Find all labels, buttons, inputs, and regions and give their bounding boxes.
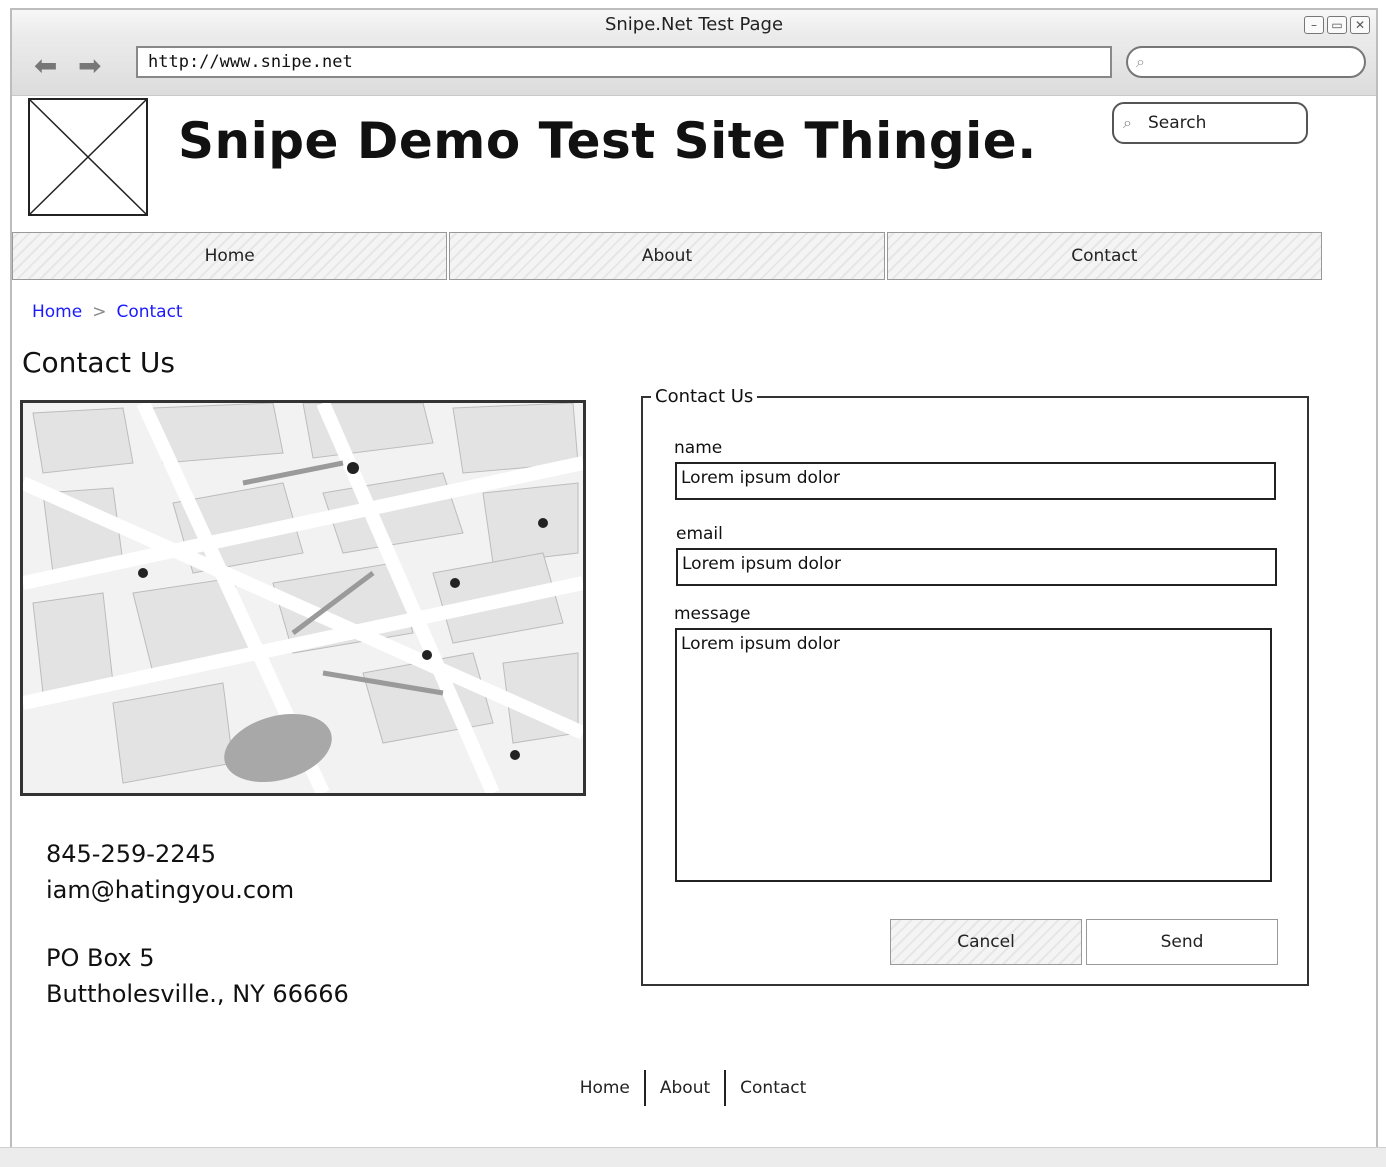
contact-address-line2: Buttholesville., NY 66666	[46, 980, 349, 1008]
back-arrow-icon[interactable]: ⬅	[34, 52, 57, 80]
contact-phone: 845-259-2245	[46, 840, 217, 868]
name-label: name	[674, 438, 723, 458]
name-field[interactable]: Lorem ipsum dolor	[675, 462, 1276, 500]
cancel-button[interactable]: Cancel	[890, 919, 1082, 965]
close-icon[interactable]: ✕	[1350, 16, 1370, 34]
contact-email: iam@hatingyou.com	[46, 876, 295, 904]
browser-toolbar: ⬅ ➡ http://www.snipe.net ⌕	[12, 40, 1376, 96]
search-placeholder: Search	[1148, 113, 1207, 133]
address-bar[interactable]: http://www.snipe.net	[136, 46, 1112, 78]
contact-address-line1: PO Box 5	[46, 944, 155, 972]
site-title: Snipe Demo Test Site Thingie.	[178, 112, 1037, 170]
footer-nav: Home About Contact	[0, 1070, 1386, 1106]
footer-link-home[interactable]: Home	[566, 1070, 644, 1106]
search-icon: ⌕	[1123, 113, 1132, 132]
email-field[interactable]: Lorem ipsum dolor	[676, 548, 1277, 586]
maximize-icon[interactable]: ▭	[1327, 16, 1347, 34]
breadcrumb-separator: >	[92, 302, 107, 322]
minimize-icon[interactable]: –	[1304, 16, 1324, 34]
site-search-field[interactable]: ⌕ Search	[1112, 102, 1308, 144]
form-legend: Contact Us	[651, 386, 758, 407]
main-nav: Home About Contact	[12, 232, 1324, 280]
email-label: email	[676, 524, 723, 544]
forward-arrow-icon[interactable]: ➡	[78, 52, 101, 80]
title-bar: Snipe.Net Test Page – ▭ ✕	[12, 10, 1376, 40]
message-label: message	[674, 604, 751, 624]
footer-link-about[interactable]: About	[643, 1070, 724, 1106]
browser-search-field[interactable]: ⌕	[1126, 46, 1366, 78]
nav-contact[interactable]: Contact	[886, 232, 1322, 280]
breadcrumb: Home > Contact	[32, 302, 183, 322]
footer-link-contact[interactable]: Contact	[724, 1070, 820, 1106]
breadcrumb-home[interactable]: Home	[32, 302, 82, 322]
window-controls: – ▭ ✕	[1304, 16, 1370, 34]
status-bar	[0, 1147, 1386, 1167]
nav-about[interactable]: About	[449, 232, 885, 280]
search-icon: ⌕	[1136, 52, 1145, 71]
send-button[interactable]: Send	[1086, 919, 1278, 965]
logo-placeholder	[28, 98, 148, 216]
nav-home[interactable]: Home	[12, 232, 448, 280]
contact-info: 845-259-2245 iam@hatingyou.com PO Box 5 …	[46, 836, 349, 1012]
page-title: Contact Us	[22, 346, 175, 379]
window-title: Snipe.Net Test Page	[604, 14, 784, 35]
contact-form: Contact Us name Lorem ipsum dolor email …	[641, 386, 1309, 986]
breadcrumb-contact[interactable]: Contact	[116, 302, 182, 322]
map-image	[20, 400, 586, 796]
message-field[interactable]: Lorem ipsum dolor	[675, 628, 1272, 882]
